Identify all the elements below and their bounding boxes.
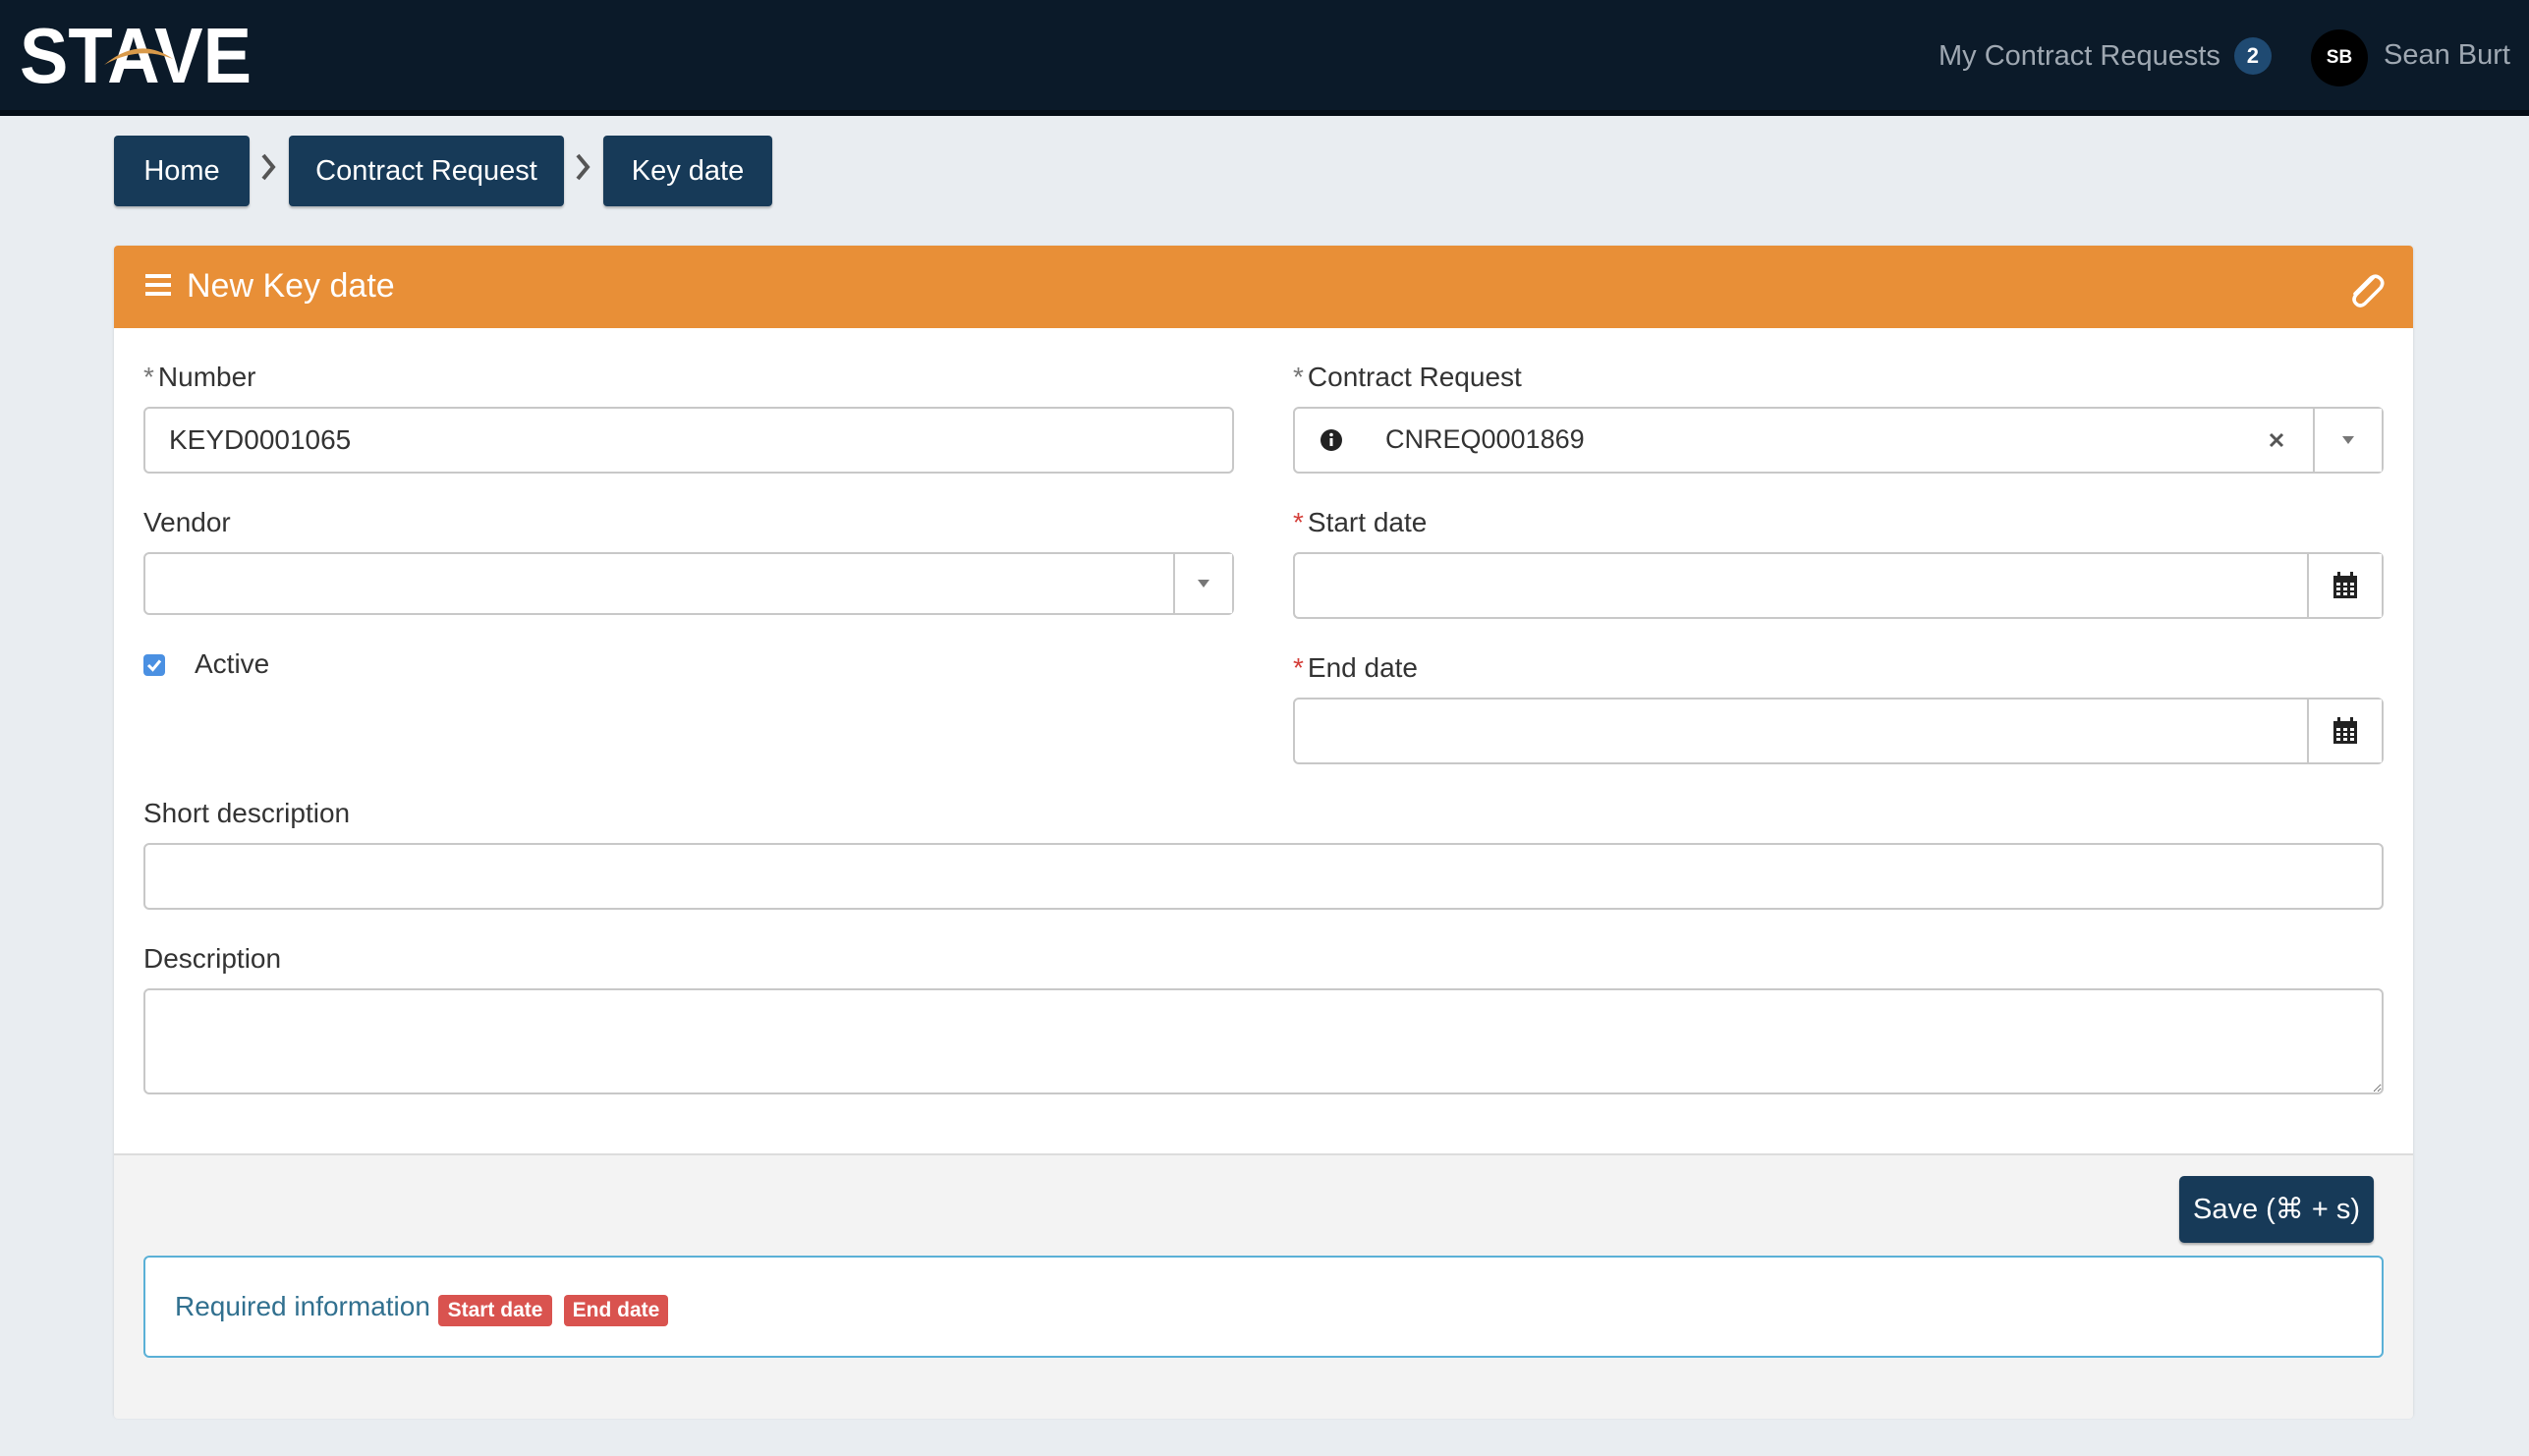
start-date-field[interactable] xyxy=(1293,552,2384,619)
user-avatar[interactable]: SB xyxy=(2311,29,2368,86)
requests-count-badge: 2 xyxy=(2233,37,2272,75)
description-textarea[interactable] xyxy=(143,988,2384,1094)
active-label[interactable]: Active xyxy=(195,648,269,680)
start-date-label: * Start date xyxy=(1293,507,1427,538)
number-label-text: Number xyxy=(157,362,256,392)
hamburger-icon[interactable] xyxy=(145,273,171,297)
required-asterisk: * xyxy=(143,362,154,392)
end-date-field[interactable] xyxy=(1293,698,2384,764)
paperclip-icon[interactable] xyxy=(2344,269,2388,312)
required-asterisk: * xyxy=(1293,652,1304,683)
end-date-calendar-button[interactable] xyxy=(2307,700,2382,762)
chevron-right-icon xyxy=(261,153,276,181)
breadcrumb-key-date[interactable]: Key date xyxy=(603,136,772,206)
missing-field-badge-end-date[interactable]: End date xyxy=(564,1295,668,1326)
number-label: * Number xyxy=(143,362,256,393)
vendor-select[interactable] xyxy=(143,552,1234,615)
logo-text: STAVE xyxy=(20,14,252,96)
my-contract-requests-label: My Contract Requests xyxy=(1939,39,2220,72)
close-icon[interactable] xyxy=(2268,431,2285,449)
checkmark-icon xyxy=(146,659,162,672)
start-date-calendar-button[interactable] xyxy=(2307,554,2382,617)
calendar-icon xyxy=(2333,572,2357,598)
caret-down-icon xyxy=(2342,436,2354,444)
short-description-label: Short description xyxy=(143,798,351,828)
info-circle-icon[interactable] xyxy=(1320,428,1343,452)
breadcrumb-home[interactable]: Home xyxy=(114,136,250,206)
missing-field-badge-start-date[interactable]: Start date xyxy=(438,1295,552,1326)
active-checkbox[interactable] xyxy=(143,654,165,676)
stave-logo[interactable]: STAVE xyxy=(20,14,255,96)
contract-request-label-text: Contract Request xyxy=(1307,362,1522,392)
caret-down-icon xyxy=(1198,580,1209,588)
save-button[interactable]: Save (⌘ + s) xyxy=(2179,1176,2374,1243)
short-description-field[interactable] xyxy=(143,843,2384,910)
card-header xyxy=(114,246,2413,328)
required-info-label: Required information xyxy=(175,1291,430,1321)
required-asterisk: * xyxy=(1293,507,1304,537)
my-contract-requests-link[interactable]: My Contract Requests 2 xyxy=(1939,37,2272,75)
form-title: New Key date xyxy=(187,267,395,305)
end-date-label-text: End date xyxy=(1307,652,1419,683)
contract-request-value: CNREQ0001869 xyxy=(1385,424,1585,454)
description-label: Description xyxy=(143,943,282,974)
breadcrumb-contract-request[interactable]: Contract Request xyxy=(289,136,564,206)
required-asterisk: * xyxy=(1293,362,1304,392)
calendar-icon xyxy=(2333,717,2357,744)
vendor-label: Vendor xyxy=(143,507,231,537)
top-navbar: STAVE My Contract Requests 2 SB Sean Bur… xyxy=(0,0,2529,116)
contract-request-label: * Contract Request xyxy=(1293,362,1522,393)
user-name[interactable]: Sean Burt xyxy=(2384,39,2510,72)
contract-request-dropdown-toggle[interactable] xyxy=(2313,409,2382,472)
start-date-label-text: Start date xyxy=(1307,507,1428,537)
end-date-label: * End date xyxy=(1293,652,1418,684)
chevron-right-icon xyxy=(576,153,590,181)
number-field[interactable] xyxy=(143,407,1234,474)
vendor-dropdown-toggle[interactable] xyxy=(1173,554,1232,613)
